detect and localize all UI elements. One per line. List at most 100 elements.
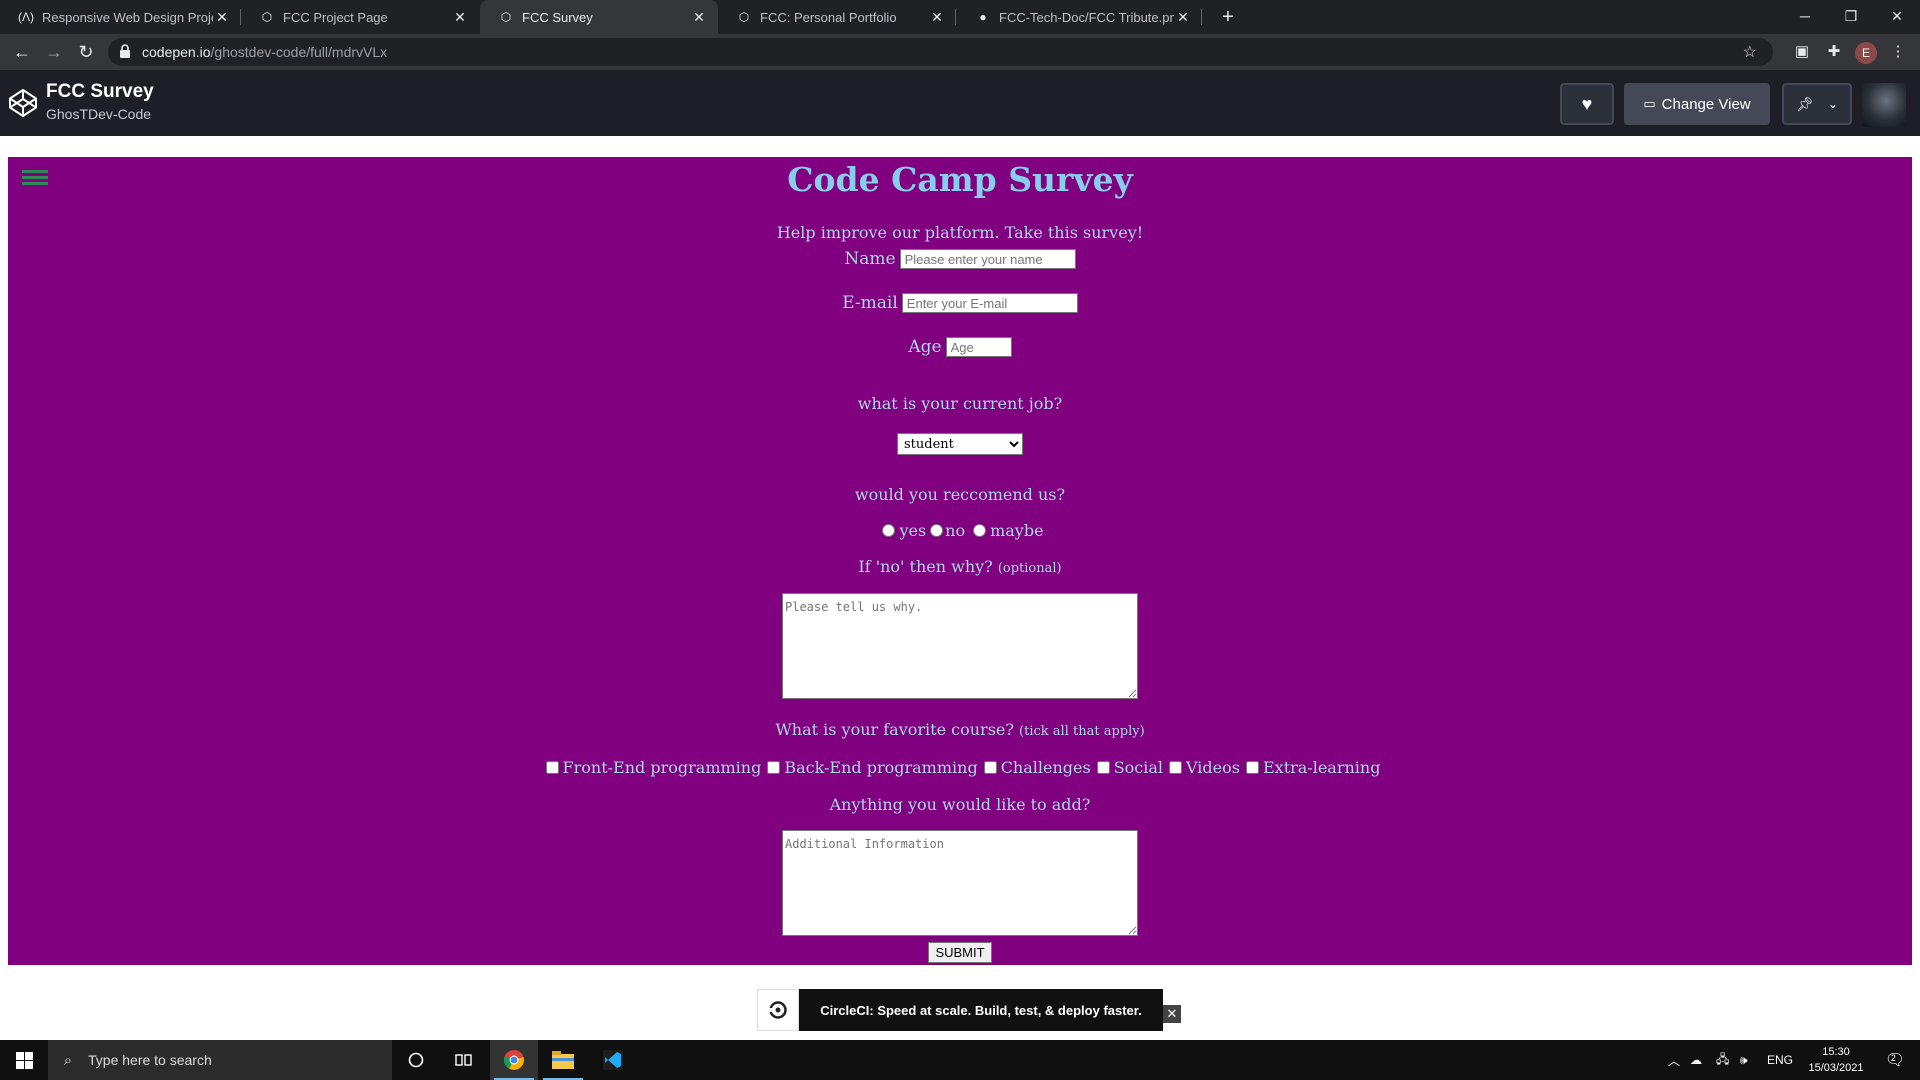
radio-maybe-input[interactable] bbox=[973, 524, 987, 537]
submit-button[interactable]: SUBMIT bbox=[928, 942, 992, 963]
task-view-icon[interactable] bbox=[440, 1040, 488, 1080]
pen-author[interactable]: GhosTDev-Code bbox=[46, 106, 151, 122]
chrome-menu-icon[interactable]: ⋮ bbox=[1886, 40, 1910, 64]
close-window-button[interactable]: ✕ bbox=[1874, 0, 1920, 34]
checkbox-front-end[interactable]: Front-End programming bbox=[540, 758, 761, 777]
tray-overflow-icon[interactable]: ︿ bbox=[1668, 1040, 1680, 1080]
submit-row: SUBMIT bbox=[8, 942, 1912, 963]
codepen-logo-icon[interactable] bbox=[8, 88, 38, 118]
onedrive-icon[interactable]: ☁ bbox=[1690, 1040, 1702, 1080]
why-question-text: If 'no' then why? bbox=[858, 557, 993, 576]
checkbox-videos[interactable]: Videos bbox=[1163, 758, 1240, 777]
close-icon[interactable]: ✕ bbox=[451, 9, 469, 26]
email-row: E-mail bbox=[8, 293, 1912, 313]
checkbox-label: Social bbox=[1113, 758, 1164, 777]
cast-icon[interactable]: ▣ bbox=[1790, 40, 1814, 64]
checkbox-input[interactable] bbox=[983, 761, 997, 774]
radio-yes[interactable]: yes bbox=[876, 521, 926, 540]
volume-icon[interactable]: 🕪︎ bbox=[1740, 1040, 1748, 1080]
age-label: Age bbox=[908, 337, 942, 357]
radio-yes-label: yes bbox=[899, 521, 927, 540]
change-view-label: Change View bbox=[1661, 95, 1751, 113]
checkbox-input[interactable] bbox=[1169, 761, 1183, 774]
why-textarea[interactable] bbox=[782, 593, 1138, 699]
minimize-button[interactable]: ─ bbox=[1782, 0, 1828, 34]
clock[interactable]: 15:30 15/03/2021 bbox=[1800, 1040, 1872, 1080]
radio-maybe-label: maybe bbox=[990, 521, 1044, 540]
browser-tab-strip: (Λ) Responsive Web Design Projects ✕ ⬡ F… bbox=[0, 0, 1920, 34]
close-icon[interactable]: ✕ bbox=[1174, 9, 1192, 26]
checkbox-input[interactable] bbox=[545, 761, 559, 774]
checkbox-input[interactable] bbox=[1096, 761, 1110, 774]
checkbox-challenges[interactable]: Challenges bbox=[978, 758, 1091, 777]
checkbox-label: Extra-learning bbox=[1262, 758, 1381, 777]
heart-button[interactable]: ♥ bbox=[1560, 83, 1614, 125]
start-button[interactable] bbox=[0, 1040, 48, 1080]
reload-button[interactable]: ↻ bbox=[72, 38, 100, 66]
tab-title: FCC Project Page bbox=[283, 9, 388, 25]
pen-title: FCC Survey bbox=[46, 81, 154, 102]
address-bar[interactable]: codepen.io/ghostdev-code/full/mdrvVLx ☆ bbox=[108, 38, 1773, 66]
email-label: E-mail bbox=[842, 293, 898, 313]
chrome-taskbar-icon[interactable] bbox=[490, 1040, 538, 1080]
name-row: Name bbox=[8, 249, 1912, 269]
job-select[interactable]: student bbox=[897, 433, 1023, 455]
language-indicator[interactable]: ENG bbox=[1767, 1040, 1793, 1080]
radio-yes-input[interactable] bbox=[882, 524, 896, 537]
profile-avatar[interactable]: E bbox=[1855, 42, 1877, 64]
tab-responsive-web-design[interactable]: (Λ) Responsive Web Design Projects ✕ bbox=[0, 0, 241, 34]
cortana-icon[interactable] bbox=[392, 1040, 440, 1080]
network-icon[interactable]: 🖧︎ bbox=[1716, 1040, 1729, 1080]
age-input[interactable] bbox=[945, 337, 1012, 357]
change-view-button[interactable]: ▭ Change View bbox=[1624, 83, 1770, 125]
search-icon: ⌕ bbox=[63, 1051, 73, 1069]
file-explorer-icon[interactable] bbox=[539, 1040, 587, 1080]
why-hint: (optional) bbox=[997, 561, 1062, 576]
taskbar-search[interactable]: ⌕ Type here to search bbox=[48, 1040, 392, 1080]
recommend-question: would you reccomend us? bbox=[854, 485, 1066, 504]
tab-fcc-project-page[interactable]: ⬡ FCC Project Page ✕ bbox=[241, 0, 479, 34]
ad-close-icon[interactable]: ✕ bbox=[1163, 1005, 1181, 1023]
url-text: codepen.io/ghostdev-code/full/mdrvVLx bbox=[142, 44, 388, 60]
checkbox-input[interactable] bbox=[1245, 761, 1259, 774]
tab-fcc-tech-doc[interactable]: ● FCC-Tech-Doc/FCC Tribute.png at ✕ bbox=[957, 0, 1202, 34]
clock-time: 15:30 bbox=[1822, 1046, 1850, 1058]
course-question: What is your favorite course? (tick all … bbox=[8, 720, 1912, 739]
radio-maybe[interactable]: maybe bbox=[965, 521, 1044, 540]
additional-info-textarea[interactable] bbox=[782, 830, 1138, 936]
windows-logo-icon bbox=[15, 1051, 33, 1069]
name-input[interactable] bbox=[899, 249, 1076, 269]
visual-studio-code-icon[interactable] bbox=[589, 1040, 637, 1080]
layout-icon: ▭ bbox=[1643, 96, 1656, 111]
circleci-ad[interactable]: CircleCI: Speed at scale. Build, test, &… bbox=[757, 989, 1181, 1031]
checkbox-back-end[interactable]: Back-End programming bbox=[761, 758, 978, 777]
user-avatar[interactable] bbox=[1862, 83, 1906, 127]
name-label: Name bbox=[844, 249, 896, 269]
checkbox-input[interactable] bbox=[767, 761, 781, 774]
bookmark-star-icon[interactable]: ☆ bbox=[1743, 42, 1757, 62]
close-icon[interactable]: ✕ bbox=[928, 9, 946, 26]
tab-fcc-personal-portfolio[interactable]: ⬡ FCC: Personal Portfolio ✕ bbox=[718, 0, 956, 34]
windows-taskbar: ⌕ Type here to search ︿ ☁ 🖧︎ 🕪︎ ENG 15:3… bbox=[0, 1040, 1920, 1080]
back-button[interactable]: ← bbox=[8, 38, 36, 66]
extensions-puzzle-icon[interactable]: ✚ bbox=[1822, 40, 1846, 64]
tab-fcc-survey[interactable]: ⬡ FCC Survey ✕ bbox=[480, 0, 718, 34]
email-input[interactable] bbox=[901, 293, 1078, 313]
checkbox-social[interactable]: Social bbox=[1091, 758, 1163, 777]
close-icon[interactable]: ✕ bbox=[690, 9, 708, 26]
radio-no-input[interactable] bbox=[930, 524, 944, 537]
restore-button[interactable]: ❐ bbox=[1828, 0, 1874, 34]
notification-center-icon[interactable]: 🗨︎ 2 bbox=[1880, 1040, 1910, 1080]
taskbar-search-placeholder: Type here to search bbox=[88, 1052, 212, 1068]
notification-count: 2 bbox=[1890, 1053, 1896, 1063]
codepen-icon: ⬡ bbox=[261, 10, 273, 24]
forward-button[interactable]: → bbox=[40, 38, 68, 66]
pin-icon: 📌︎ bbox=[1796, 95, 1814, 112]
new-tab-button[interactable]: + bbox=[1215, 4, 1241, 30]
radio-no[interactable]: no bbox=[926, 521, 965, 540]
checkbox-extra-learning[interactable]: Extra-learning bbox=[1240, 758, 1380, 777]
ad-text[interactable]: CircleCI: Speed at scale. Build, test, &… bbox=[799, 989, 1163, 1031]
close-icon[interactable]: ✕ bbox=[213, 9, 231, 26]
job-question: what is your current job? bbox=[857, 394, 1063, 413]
pin-button[interactable]: 📌︎ ⌄ bbox=[1782, 83, 1852, 125]
